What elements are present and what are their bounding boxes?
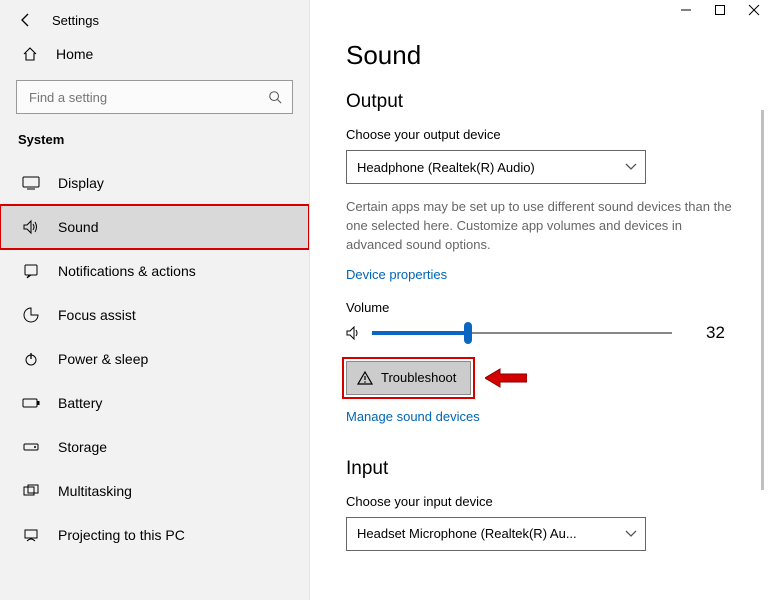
sidebar-item-label: Focus assist — [58, 307, 136, 323]
home-nav[interactable]: Home — [0, 36, 309, 72]
close-button[interactable] — [748, 4, 760, 16]
output-note: Certain apps may be set up to use differ… — [346, 198, 742, 255]
notifications-icon — [22, 263, 40, 279]
window-controls — [680, 4, 760, 16]
sidebar-item-label: Storage — [58, 439, 107, 455]
device-properties-link[interactable]: Device properties — [346, 267, 447, 282]
sidebar-item-power-sleep[interactable]: Power & sleep — [0, 337, 309, 381]
warning-icon — [357, 371, 373, 385]
sidebar-item-label: Display — [58, 175, 104, 191]
sidebar-item-multitasking[interactable]: Multitasking — [0, 469, 309, 513]
window-title: Settings — [52, 13, 99, 28]
input-heading: Input — [346, 458, 742, 480]
battery-icon — [22, 397, 40, 409]
multitasking-icon — [22, 484, 40, 498]
sidebar-item-label: Notifications & actions — [58, 263, 196, 279]
sidebar-item-label: Power & sleep — [58, 351, 148, 367]
home-icon — [22, 46, 38, 62]
troubleshoot-label: Troubleshoot — [381, 370, 456, 385]
chevron-down-icon — [625, 530, 637, 538]
input-device-label: Choose your input device — [346, 494, 742, 509]
sidebar: Settings Home System Display — [0, 0, 310, 600]
search-input[interactable] — [16, 80, 293, 114]
chevron-down-icon — [625, 163, 637, 171]
volume-value: 32 — [706, 323, 725, 343]
display-icon — [22, 176, 40, 190]
page-title: Sound — [346, 40, 742, 71]
sidebar-item-battery[interactable]: Battery — [0, 381, 309, 425]
slider-thumb[interactable] — [464, 322, 472, 344]
arrow-callout-icon — [485, 367, 527, 389]
input-device-selected: Headset Microphone (Realtek(R) Au... — [357, 526, 577, 541]
back-button[interactable] — [18, 12, 34, 28]
troubleshoot-button[interactable]: Troubleshoot — [346, 361, 471, 395]
volume-label: Volume — [346, 300, 742, 315]
projecting-icon — [22, 528, 40, 542]
focus-assist-icon — [22, 307, 40, 323]
output-heading: Output — [346, 91, 742, 113]
category-label: System — [0, 128, 309, 161]
sidebar-nav: Display Sound Notifications & actions Fo… — [0, 161, 309, 600]
sidebar-item-storage[interactable]: Storage — [0, 425, 309, 469]
main-panel: Sound Output Choose your output device H… — [310, 0, 768, 600]
power-icon — [22, 351, 40, 367]
maximize-button[interactable] — [714, 4, 726, 16]
minimize-button[interactable] — [680, 4, 692, 16]
volume-slider[interactable] — [372, 323, 672, 343]
storage-icon — [22, 441, 40, 453]
output-device-dropdown[interactable]: Headphone (Realtek(R) Audio) — [346, 150, 646, 184]
sidebar-item-label: Battery — [58, 395, 102, 411]
scrollbar[interactable] — [761, 110, 764, 490]
output-device-selected: Headphone (Realtek(R) Audio) — [357, 160, 535, 175]
sidebar-item-label: Projecting to this PC — [58, 527, 185, 543]
sidebar-item-display[interactable]: Display — [0, 161, 309, 205]
sound-icon — [22, 219, 40, 235]
sidebar-item-notifications[interactable]: Notifications & actions — [0, 249, 309, 293]
search-field[interactable] — [27, 89, 268, 106]
sidebar-item-focus-assist[interactable]: Focus assist — [0, 293, 309, 337]
output-device-label: Choose your output device — [346, 127, 742, 142]
sidebar-item-sound[interactable]: Sound — [0, 205, 309, 249]
search-icon — [268, 90, 282, 104]
sidebar-item-label: Multitasking — [58, 483, 132, 499]
slider-fill — [372, 331, 468, 335]
sidebar-item-label: Sound — [58, 219, 98, 235]
input-device-dropdown[interactable]: Headset Microphone (Realtek(R) Au... — [346, 517, 646, 551]
home-label: Home — [56, 46, 93, 62]
sidebar-item-projecting[interactable]: Projecting to this PC — [0, 513, 309, 557]
volume-icon — [346, 326, 362, 340]
manage-sound-devices-link[interactable]: Manage sound devices — [346, 409, 480, 424]
